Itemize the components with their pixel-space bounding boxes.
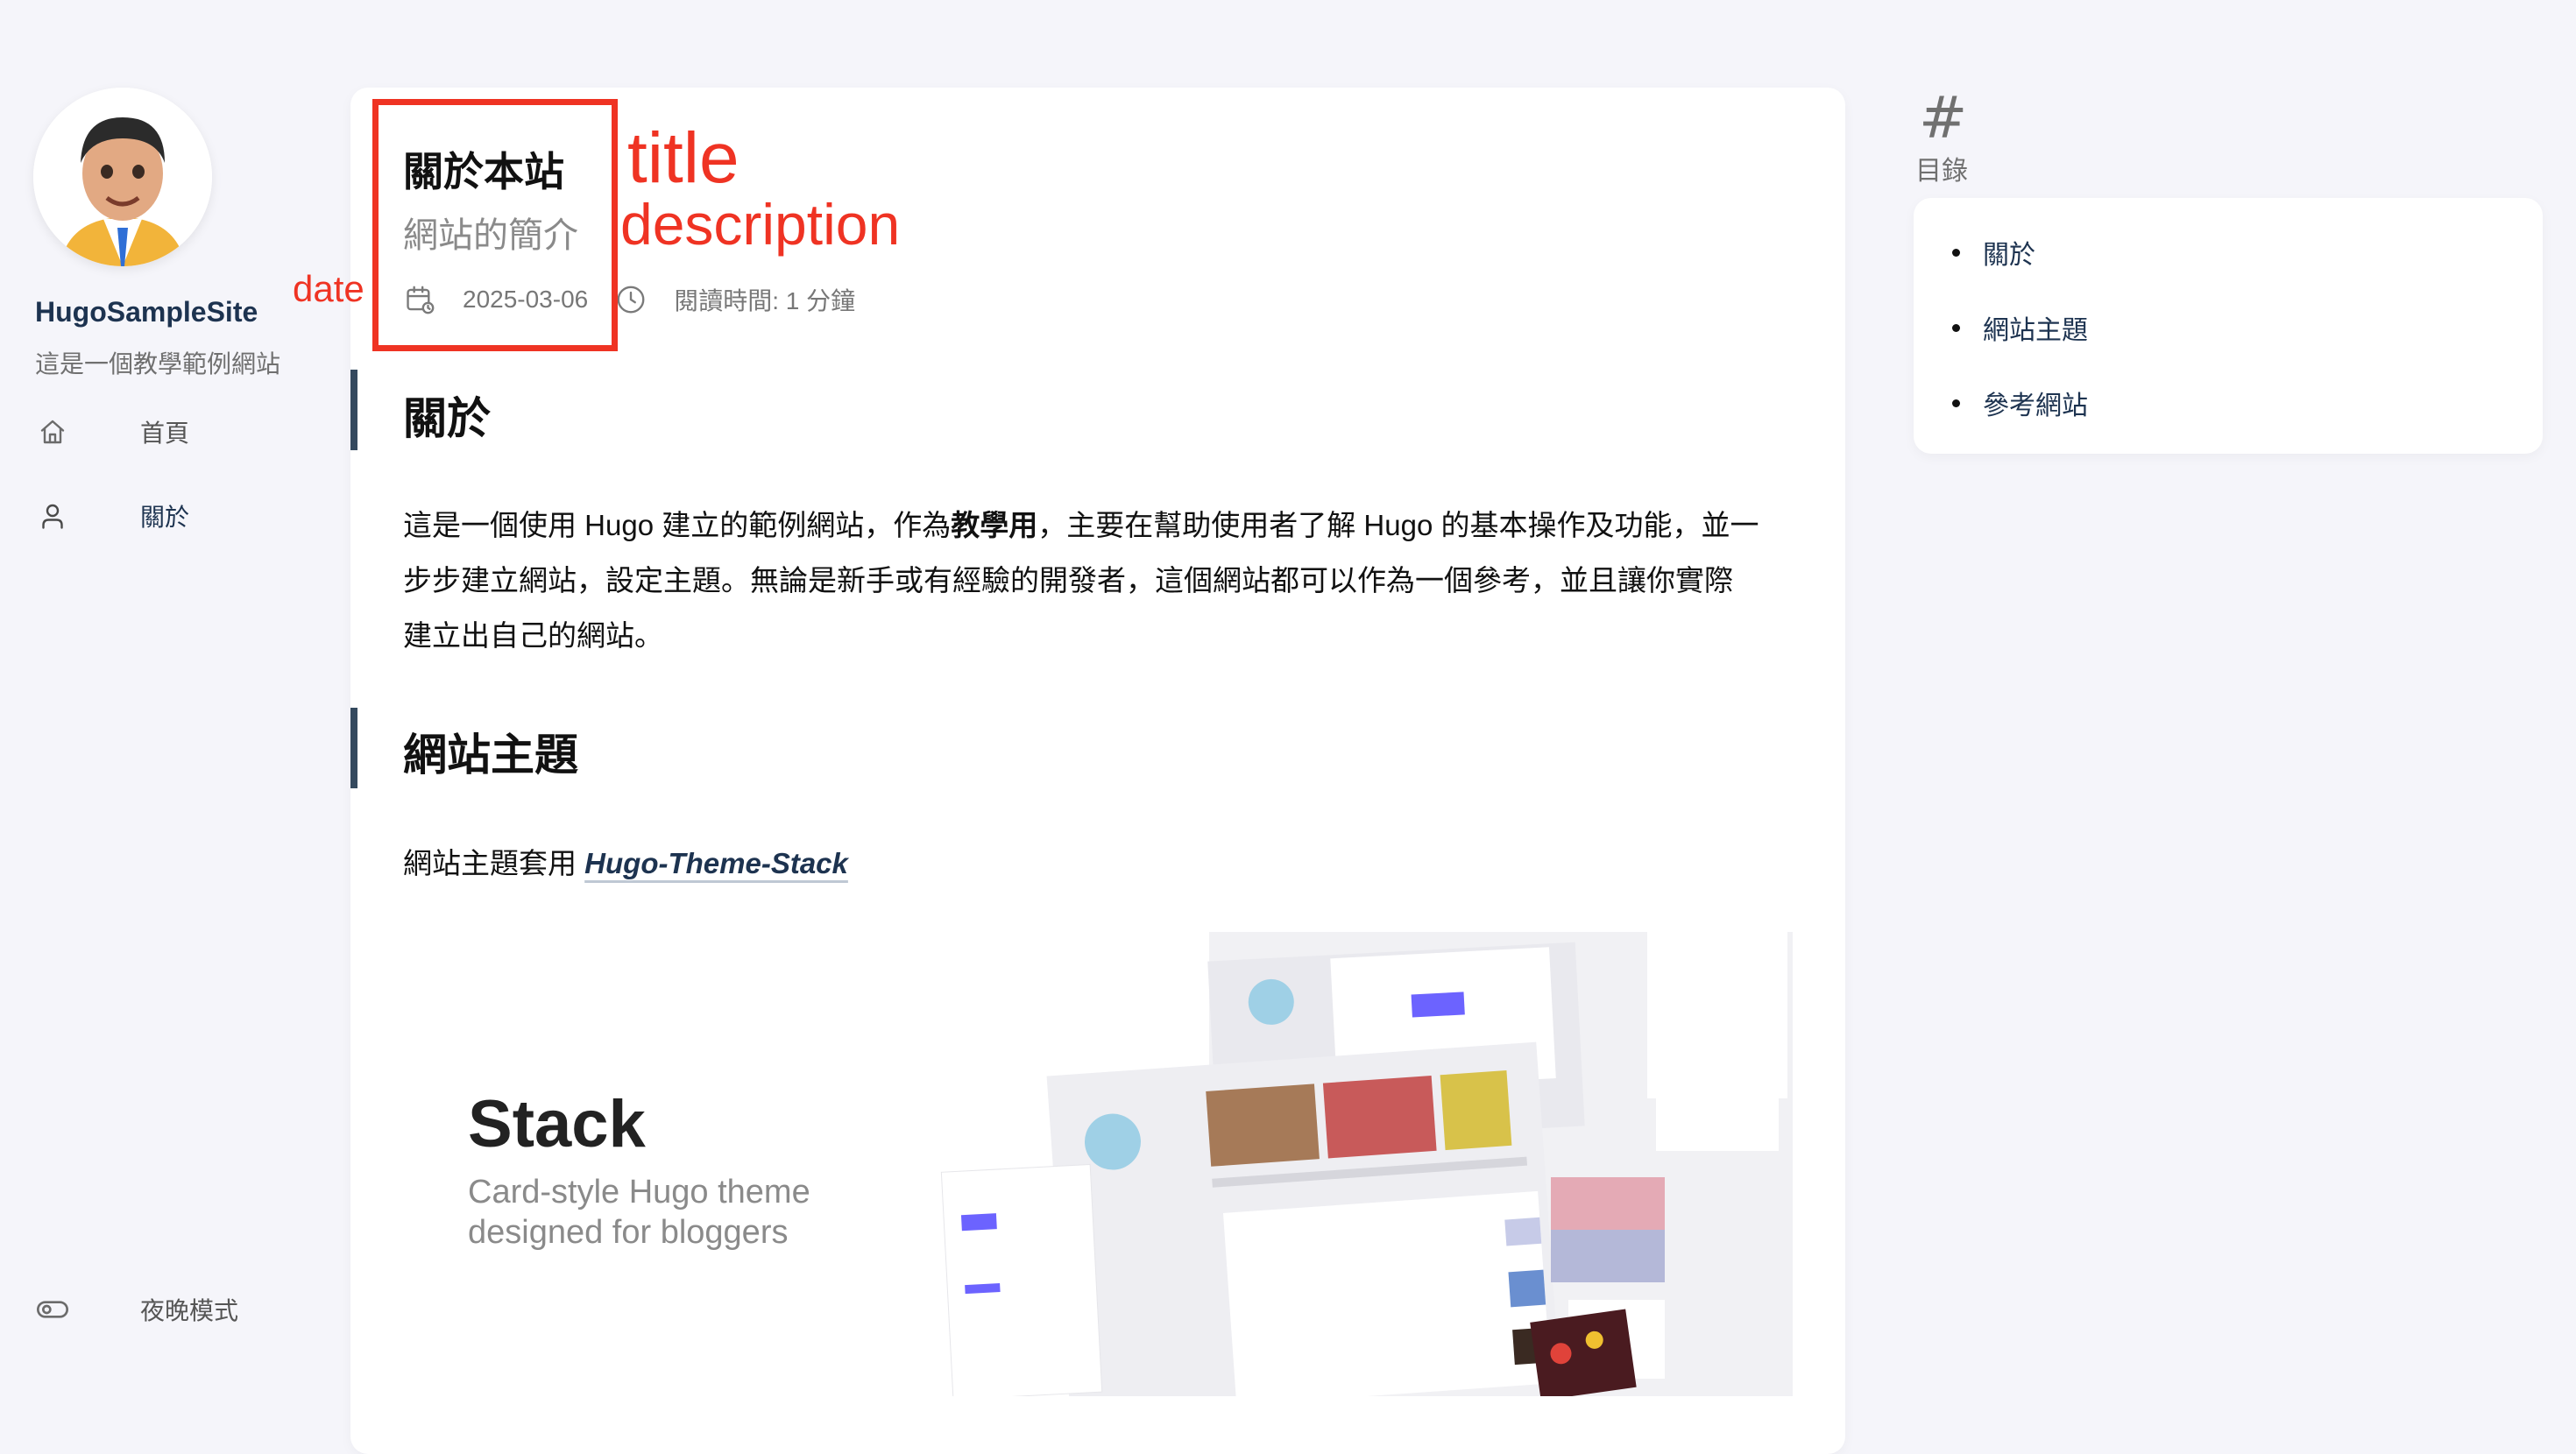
heading-bar	[350, 370, 357, 450]
sidebar-item-label: 關於	[140, 504, 190, 531]
theme-paragraph: 網站主題套用 Hugo-Theme-Stack	[403, 836, 1796, 891]
sidebar-item-home[interactable]: 首頁	[35, 410, 189, 454]
about-text: 這是一個使用 Hugo 建立的範例網站，作為	[403, 509, 952, 541]
theme-link[interactable]: Hugo-Theme-Stack	[584, 847, 848, 879]
heading-bar	[350, 708, 357, 788]
section-heading-about: 關於	[403, 394, 491, 443]
hash-icon: #	[1919, 84, 1968, 152]
toggle-icon	[35, 1292, 70, 1327]
about-line: 建立出自己的網站。	[403, 619, 663, 652]
theme-preview-image	[403, 932, 1793, 1396]
sidebar-item-about[interactable]: 關於	[35, 494, 189, 538]
clock-icon	[617, 286, 645, 314]
reading-time-text: 閱讀時間: 1 分鐘	[674, 287, 856, 314]
banner-subtitle: designed for bloggers	[468, 1214, 789, 1251]
site-description: 這是一個教學範例網站	[35, 350, 281, 378]
home-icon	[35, 414, 70, 449]
toc-item[interactable]: 參考網站	[1952, 384, 2088, 422]
theme-text: 網站主題套用	[403, 847, 585, 879]
toc-label: 目錄	[1915, 157, 1968, 186]
sidebar-item-label: 首頁	[140, 420, 190, 447]
about-bold: 教學用	[951, 509, 1038, 541]
avatar[interactable]	[33, 88, 212, 266]
toc-item-label[interactable]: 關於	[1983, 233, 2035, 272]
site-name[interactable]: HugoSampleSite	[35, 296, 258, 328]
user-icon	[35, 498, 70, 533]
about-paragraph: 這是一個使用 Hugo 建立的範例網站，作為教學用，主要在幫助使用者了解 Hug…	[403, 498, 1796, 663]
section-heading-theme: 網站主題	[403, 731, 578, 780]
toc-item-label[interactable]: 參考網站	[1983, 384, 2088, 422]
annotation-description: description	[620, 192, 901, 257]
dark-mode-label: 夜晚模式	[140, 1297, 239, 1324]
annotation-box	[372, 99, 618, 351]
dark-mode-toggle[interactable]: 夜晚模式	[35, 1288, 238, 1331]
annotation-title: title	[627, 118, 740, 198]
annotation-date: date	[293, 268, 364, 309]
about-line: 步步建立網站，設定主題。無論是新手或有經驗的開發者，這個網站都可以作為一個參考，…	[403, 564, 1733, 596]
banner-subtitle: Card-style Hugo theme	[468, 1174, 810, 1210]
toc-item[interactable]: 網站主題	[1952, 308, 2088, 347]
banner-title: Stack	[468, 1087, 646, 1161]
toc-item[interactable]: 關於	[1952, 233, 2035, 272]
toc-item-label[interactable]: 網站主題	[1983, 308, 2088, 347]
about-text: ，主要在幫助使用者了解 Hugo 的基本操作及功能，並一	[1037, 509, 1759, 541]
reading-time: 閱讀時間: 1 分鐘	[614, 282, 855, 317]
